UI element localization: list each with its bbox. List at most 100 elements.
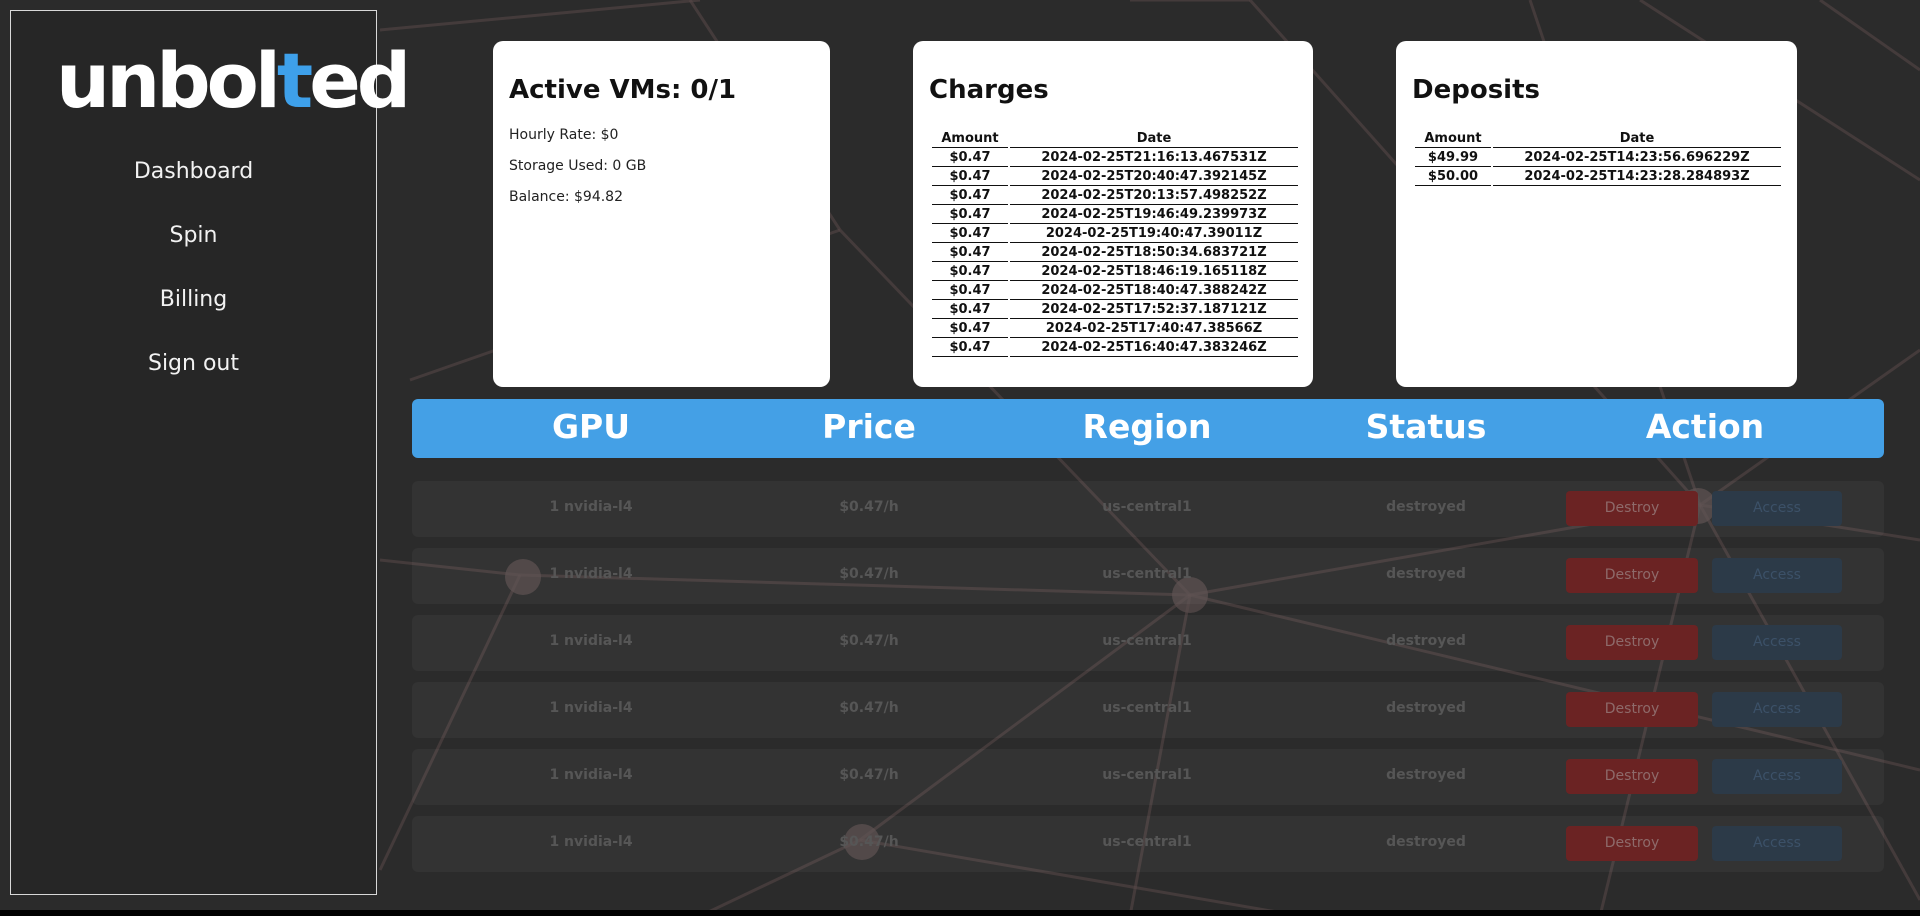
charge-amount: $0.47 — [932, 167, 1008, 186]
charge-amount: $0.47 — [932, 224, 1008, 243]
destroy-button[interactable]: Destroy — [1566, 759, 1698, 794]
vm-gpu: 1 nvidia-l4 — [549, 499, 633, 515]
charge-row: $0.47 2024-02-25T19:46:49.239973Z — [932, 205, 1298, 224]
charge-row: $0.47 2024-02-25T18:50:34.683721Z — [932, 243, 1298, 262]
header-region: Region — [1082, 407, 1212, 446]
charge-date: 2024-02-25T17:40:47.38566Z — [1010, 319, 1298, 338]
logo-text-main: unbol — [56, 36, 281, 125]
vm-price: $0.47/h — [839, 700, 899, 716]
charge-amount: $0.47 — [932, 186, 1008, 205]
header-price: Price — [822, 407, 916, 446]
vm-region: us-central1 — [1102, 834, 1192, 850]
vm-status: destroyed — [1386, 499, 1466, 515]
charge-amount: $0.47 — [932, 148, 1008, 167]
access-button[interactable]: Access — [1712, 558, 1842, 593]
destroy-button[interactable]: Destroy — [1566, 558, 1698, 593]
vm-gpu: 1 nvidia-l4 — [549, 566, 633, 582]
active-vms-title: Active VMs: 0/1 — [509, 75, 737, 105]
charge-date: 2024-02-25T16:40:47.383246Z — [1010, 338, 1298, 357]
access-button[interactable]: Access — [1712, 759, 1842, 794]
vm-status: destroyed — [1386, 834, 1466, 850]
deposit-row: $50.00 2024-02-25T14:23:28.284893Z — [1415, 167, 1781, 186]
vm-region: us-central1 — [1102, 566, 1192, 582]
deposits-table: Amount Date $49.99 2024-02-25T14:23:56.69… — [1413, 129, 1783, 186]
logo-text-accent: t — [276, 36, 313, 125]
vm-gpu: 1 nvidia-l4 — [549, 834, 633, 850]
charge-row: $0.47 2024-02-25T20:40:47.392145Z — [932, 167, 1298, 186]
charge-date: 2024-02-25T21:16:13.467531Z — [1010, 148, 1298, 167]
header-gpu: GPU — [551, 407, 631, 446]
sidebar-nav: Dashboard Spin Billing Sign out — [11, 153, 376, 409]
destroy-button[interactable]: Destroy — [1566, 625, 1698, 660]
charge-row: $0.47 2024-02-25T21:16:13.467531Z — [932, 148, 1298, 167]
sidebar-item-spin[interactable]: Spin — [11, 217, 376, 281]
deposits-header-date: Date — [1493, 129, 1781, 148]
vm-status: destroyed — [1386, 566, 1466, 582]
charge-amount: $0.47 — [932, 205, 1008, 224]
charge-date: 2024-02-25T18:50:34.683721Z — [1010, 243, 1298, 262]
charge-row: $0.47 2024-02-25T20:13:57.498252Z — [932, 186, 1298, 205]
balance: Balance: $94.82 — [509, 189, 623, 205]
access-button[interactable]: Access — [1712, 692, 1842, 727]
active-vms-card: Active VMs: 0/1 Hourly Rate: $0 Storage … — [493, 41, 830, 387]
charge-date: 2024-02-25T17:52:37.187121Z — [1010, 300, 1298, 319]
sidebar-item-billing[interactable]: Billing — [11, 281, 376, 345]
vm-row: 1 nvidia-l4 $0.47/h us-central1 destroyed De… — [412, 816, 1884, 872]
charge-row: $0.47 2024-02-25T17:52:37.187121Z — [932, 300, 1298, 319]
charge-date: 2024-02-25T20:13:57.498252Z — [1010, 186, 1298, 205]
logo-text-tail: ed — [309, 36, 411, 125]
charges-title: Charges — [929, 75, 1049, 105]
access-button[interactable]: Access — [1712, 826, 1842, 861]
vm-price: $0.47/h — [839, 499, 899, 515]
header-status: Status — [1365, 407, 1487, 446]
charge-date: 2024-02-25T19:40:47.39011Z — [1010, 224, 1298, 243]
charge-date: 2024-02-25T19:46:49.239973Z — [1010, 205, 1298, 224]
access-button[interactable]: Access — [1712, 491, 1842, 526]
deposits-header-amount: Amount — [1415, 129, 1491, 148]
charge-amount: $0.47 — [932, 300, 1008, 319]
charge-amount: $0.47 — [932, 338, 1008, 357]
charge-amount: $0.47 — [932, 281, 1008, 300]
destroy-button[interactable]: Destroy — [1566, 692, 1698, 727]
deposits-table-body: $49.99 2024-02-25T14:23:56.696229Z $50.00 2… — [1415, 148, 1781, 186]
hourly-rate: Hourly Rate: $0 — [509, 127, 619, 143]
deposit-date: 2024-02-25T14:23:28.284893Z — [1493, 167, 1781, 186]
deposit-amount: $50.00 — [1415, 167, 1491, 186]
vm-region: us-central1 — [1102, 700, 1192, 716]
charges-table: Amount Date $0.47 2024-02-25T21:16:13.467… — [930, 129, 1300, 357]
charge-row: $0.47 2024-02-25T18:46:19.165118Z — [932, 262, 1298, 281]
destroy-button[interactable]: Destroy — [1566, 491, 1698, 526]
header-action: Action — [1645, 407, 1765, 446]
charge-amount: $0.47 — [932, 262, 1008, 281]
vm-region: us-central1 — [1102, 633, 1192, 649]
sidebar-item-sign-out[interactable]: Sign out — [11, 345, 376, 409]
vm-gpu: 1 nvidia-l4 — [549, 633, 633, 649]
vm-status: destroyed — [1386, 700, 1466, 716]
vm-price: $0.47/h — [839, 834, 899, 850]
vm-price: $0.47/h — [839, 566, 899, 582]
vm-table-header: GPU Price Region Status Action — [412, 399, 1884, 458]
vm-status: destroyed — [1386, 633, 1466, 649]
charge-amount: $0.47 — [932, 243, 1008, 262]
charges-header-amount: Amount — [932, 129, 1008, 148]
access-button[interactable]: Access — [1712, 625, 1842, 660]
charges-table-body: $0.47 2024-02-25T21:16:13.467531Z $0.47 202… — [932, 148, 1298, 357]
vm-row: 1 nvidia-l4 $0.47/h us-central1 destroyed De… — [412, 548, 1884, 604]
vm-row: 1 nvidia-l4 $0.47/h us-central1 destroyed De… — [412, 615, 1884, 671]
deposit-amount: $49.99 — [1415, 148, 1491, 167]
charge-row: $0.47 2024-02-25T16:40:47.383246Z — [932, 338, 1298, 357]
deposit-row: $49.99 2024-02-25T14:23:56.696229Z — [1415, 148, 1781, 167]
bottom-bar — [0, 910, 1920, 916]
charge-date: 2024-02-25T18:46:19.165118Z — [1010, 262, 1298, 281]
vm-gpu: 1 nvidia-l4 — [549, 700, 633, 716]
vm-region: us-central1 — [1102, 767, 1192, 783]
charge-date: 2024-02-25T18:40:47.388242Z — [1010, 281, 1298, 300]
deposits-title: Deposits — [1412, 75, 1540, 105]
vm-region: us-central1 — [1102, 499, 1192, 515]
vm-row: 1 nvidia-l4 $0.47/h us-central1 destroyed De… — [412, 682, 1884, 738]
charges-card: Charges Amount Date $0.47 2024-02-25T21:1… — [913, 41, 1313, 387]
destroy-button[interactable]: Destroy — [1566, 826, 1698, 861]
sidebar-item-dashboard[interactable]: Dashboard — [11, 153, 376, 217]
brand-logo[interactable]: unbolted — [56, 43, 411, 119]
storage-used: Storage Used: 0 GB — [509, 158, 647, 174]
